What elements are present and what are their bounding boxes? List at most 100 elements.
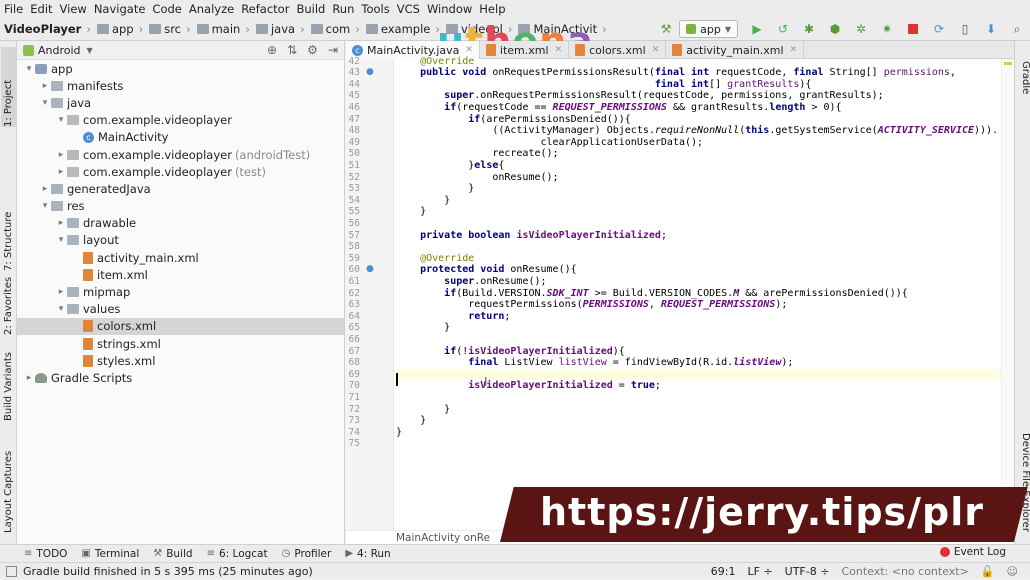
tab-colors-xml[interactable]: colors.xml✕ [569,41,666,59]
code-line[interactable] [396,369,1016,381]
tab-activity-main-xml[interactable]: activity_main.xml✕ [666,41,804,59]
code-line[interactable]: } [396,427,402,439]
close-icon[interactable]: ✕ [790,45,798,55]
tree-item[interactable]: ▸generatedJava [17,180,344,197]
code-line[interactable]: if(arePermissionsDenied()){ [396,114,631,126]
menu-navigate[interactable]: Navigate [94,2,146,16]
tree-item[interactable]: ▾com.example.videoplayer [17,112,344,129]
code-line[interactable]: onResume(); [396,172,559,184]
expand-arrow-icon[interactable]: ▾ [23,64,35,74]
code-line[interactable]: final ListView listView = findViewById(R… [396,357,793,369]
menu-refactor[interactable]: Refactor [241,2,289,16]
context-indicator[interactable]: Context: <no context> [841,565,968,578]
stop-icon[interactable] [905,21,921,37]
code-line[interactable]: @Override [396,56,474,68]
code-line[interactable]: if(!isVideoPlayerInitialized){ [396,346,625,358]
close-icon[interactable]: ✕ [465,45,473,55]
breadcrumb-item[interactable]: VideoPlayer› [4,22,91,36]
tree-item[interactable]: ▾values [17,301,344,318]
tree-item[interactable]: ▸manifests [17,77,344,94]
close-icon[interactable]: ✕ [652,45,660,55]
collapse-all-icon[interactable]: ⇅ [287,43,297,57]
tab-layout-captures[interactable]: Layout Captures [1,441,16,533]
breadcrumb-item[interactable]: src› [149,22,190,36]
menu-window[interactable]: Window [427,2,472,16]
breadcrumb-item[interactable]: app› [97,22,143,36]
line-separator[interactable]: LF ÷ [747,565,772,578]
tree-item[interactable]: ▸drawable [17,215,344,232]
tree-item[interactable]: ▸mipmap [17,283,344,300]
avd-manager-icon[interactable]: ▯ [957,21,973,37]
code-line[interactable]: }else{ [396,160,504,172]
expand-arrow-icon[interactable]: ▾ [55,115,67,125]
tree-item[interactable]: ▾java [17,94,344,111]
breadcrumb-item[interactable]: example› [366,22,440,36]
code-line[interactable]: isVideoPlayerInitialized = true; [396,380,661,392]
expand-arrow-icon[interactable]: ▸ [39,184,51,194]
attach-debugger-icon[interactable]: ✷ [879,21,895,37]
code-line[interactable]: } [396,415,426,427]
code-line[interactable]: } [396,195,450,207]
tool-4-run[interactable]: ▶4: Run [345,548,390,560]
menu-file[interactable]: File [4,2,23,16]
tree-item[interactable]: item.xml [17,266,344,283]
view-mode-select[interactable]: Android [38,44,81,57]
expand-arrow-icon[interactable]: ▾ [55,304,67,314]
expand-arrow-icon[interactable]: ▾ [55,235,67,245]
menu-build[interactable]: Build [296,2,325,16]
tool-terminal[interactable]: ▣Terminal [81,548,139,560]
event-log-button[interactable]: Event Log [940,546,1006,558]
build-hammer-icon[interactable]: ⚒ [658,21,674,37]
debug-icon[interactable]: ✱ [801,21,817,37]
tab-build-variants[interactable]: Build Variants [1,341,16,421]
menu-analyze[interactable]: Analyze [189,2,234,16]
code-line[interactable]: } [396,404,450,416]
status-message[interactable]: Gradle build finished in 5 s 395 ms (25 … [23,565,313,578]
sync-gradle-icon[interactable]: ⟳ [931,21,947,37]
code-line[interactable]: protected void onResume(){ [396,264,577,276]
code-line[interactable]: @Override [396,253,474,265]
expand-arrow-icon[interactable]: ▾ [39,201,51,211]
gear-icon[interactable]: ⚙ [307,43,318,57]
tree-item[interactable]: ▸com.example.videoplayer(test) [17,163,344,180]
tool-6-logcat[interactable]: ≡6: Logcat [207,548,268,560]
sdk-manager-icon[interactable]: ⬇ [983,21,999,37]
code-line[interactable]: recreate(); [396,148,559,160]
expand-arrow-icon[interactable]: ▸ [55,218,67,228]
menu-tools[interactable]: Tools [361,2,389,16]
menu-run[interactable]: Run [332,2,354,16]
hide-panel-icon[interactable]: ⇥ [328,43,338,57]
tool-todo[interactable]: ≡TODO [24,548,67,560]
editor-scrollbar[interactable] [1001,59,1014,530]
tree-item[interactable]: activity_main.xml [17,249,344,266]
expand-arrow-icon[interactable]: ▸ [39,81,51,91]
tab-item-xml[interactable]: item.xml✕ [480,41,569,59]
code-line[interactable]: } [396,206,426,218]
tree-item[interactable]: ▾layout [17,232,344,249]
tab-gradle[interactable]: Gradle [1016,61,1030,111]
expand-arrow-icon[interactable]: ▾ [39,98,51,108]
inspector-icon[interactable]: ☺ [1007,565,1018,578]
lock-icon[interactable]: 🔓 [981,565,995,578]
menu-vcs[interactable]: VCS [397,2,420,16]
menu-edit[interactable]: Edit [30,2,52,16]
menu-view[interactable]: View [60,2,87,16]
tool-profiler[interactable]: ◷Profiler [282,548,332,560]
code-line[interactable]: } [396,322,450,334]
breadcrumb-item[interactable]: main› [197,22,250,36]
expand-arrow-icon[interactable]: ▸ [55,287,67,297]
code-line[interactable]: if(requestCode == REQUEST_PERMISSIONS &&… [396,102,842,114]
breadcrumb-item[interactable]: com› [311,22,360,36]
tree-item[interactable]: ▾res [17,198,344,215]
code-line[interactable]: requestPermissions(PERMISSIONS, REQUEST_… [396,299,787,311]
override-marker-icon[interactable]: ● [366,67,374,77]
code-line[interactable]: } [396,183,474,195]
file-encoding[interactable]: UTF-8 ÷ [785,565,830,578]
tree-item[interactable]: styles.xml [17,352,344,369]
tree-item[interactable]: ▸com.example.videoplayer(androidTest) [17,146,344,163]
run-icon[interactable]: ▶ [749,21,765,37]
tool-window-toggle-icon[interactable] [6,566,17,577]
tree-item[interactable]: colors.xml [17,318,344,335]
code-line[interactable]: clearApplicationUserData(); [396,137,703,149]
caret-position[interactable]: 69:1 [711,565,736,578]
